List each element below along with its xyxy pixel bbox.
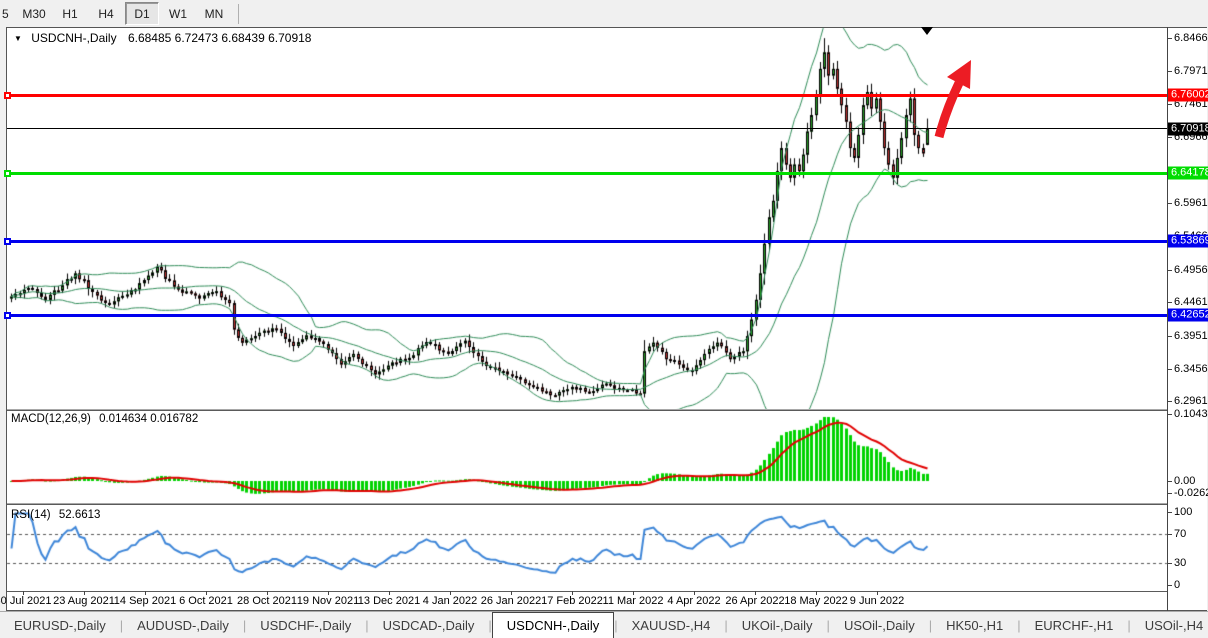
trend-arrow-annotation[interactable] (0, 0, 1208, 638)
trading-terminal-window: 5M30H1H4D1W1MN ▼ USDCNH-,Daily 6.68485 6… (0, 0, 1208, 638)
